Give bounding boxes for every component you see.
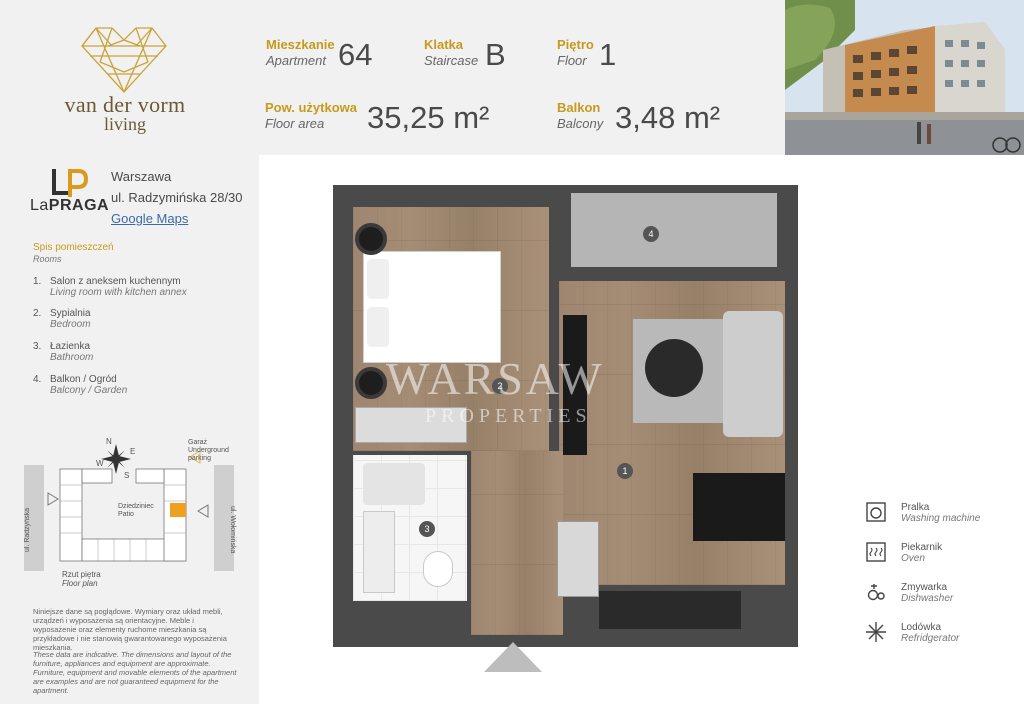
courtyard-label: Dziedziniec [118,503,154,510]
legend-label: Zmywarka [901,582,948,593]
pillow [367,259,389,299]
brand-logo[interactable]: van der vorm living [40,18,210,138]
room-name-en: Living room with kitchen annex [50,287,187,298]
google-maps-link[interactable]: Google Maps [111,208,243,229]
compass-s: S [124,471,130,480]
room-label-1: 1 [617,463,633,479]
spec-floor: Piętro Floor 1 [557,37,637,72]
washing-machine-icon [866,502,886,522]
room-name: Sypialnia [50,308,91,319]
toilet [423,551,453,587]
lamp [355,367,387,399]
watermark-line2: PROPERTIES [425,405,592,427]
apartment-label: Mieszkanie [266,37,335,52]
building-photo [785,0,1024,155]
spec-apartment: Mieszkanie Apartment 64 [266,37,406,72]
room-num: 3. [33,341,42,352]
sofa [723,311,783,437]
dishwasher-icon [867,584,885,601]
compass-w: W [96,459,104,468]
wordmark-b: PRAGA [48,197,110,214]
lp-mark-icon [52,169,89,197]
floor-plan-caption: Rzut piętra [62,570,101,579]
room-name: Salon z aneksem kuchennym [50,276,181,287]
room-label-3: 3 [419,521,435,537]
fridge [557,521,599,597]
courtyard-label-en: Patio [118,511,134,518]
heart-logo-icon [81,27,167,93]
street-left-label: ul. Radzyńska [24,508,31,552]
disclaimer-pl: Niniejsze dane są poglądowe. Wymiary ora… [33,607,227,652]
room-num: 2. [33,308,42,319]
address: Warszawa ul. Radzymińska 28/30 Google Ma… [111,166,243,229]
apartment-value: 64 [338,37,373,72]
legend-label: Lodówka [901,622,942,633]
room-num: 4. [33,374,42,385]
brand-subname: living [103,114,146,134]
room-label-4: 4 [643,226,659,242]
wordmark-a: La [30,197,49,214]
entrance-arrow-icon [484,642,542,672]
staircase-label-en: Staircase [424,53,479,68]
kitchen-counter [599,591,741,629]
room-name-en: Bedroom [50,319,91,330]
site-plan: N S E W Garaż Underground parking Dziedz… [24,437,236,575]
refrigerator-icon [866,622,886,642]
legend-label-en: Washing machine [901,513,981,524]
street-right-label: ul. Wołomińska [229,506,236,554]
address-street: ul. Radzymińska 28/30 [111,190,243,205]
garage-label-en-1: Underground [188,447,229,454]
room-name: Balkon / Ogród [50,374,117,385]
room-name-en: Bathroom [50,352,94,363]
rooms-title: Spis pomieszczeń [33,242,114,253]
floor-label-en: Floor [557,53,587,68]
legend-label: Pralka [901,502,930,513]
legend-label: Piekarnik [901,542,943,553]
disclaimer-en: These data are indicative. The dimension… [33,650,237,695]
floor-plan-caption-en: Floor plan [62,579,98,588]
room-name: Łazienka [50,341,91,352]
balcony-value: 3,48 m² [615,100,721,135]
lapraga-wordmark: LaPRAGA [30,197,109,215]
spec-staircase: Klatka Staircase B [424,37,524,72]
floor-value: 1 [599,37,617,72]
address-city: Warszawa [111,169,172,184]
legend-label-en: Oven [901,553,925,564]
sidebar: LaPRAGA Warszawa ul. Radzymińska 28/30 G… [0,155,259,704]
compass-n: N [106,437,112,446]
room-num: 1. [33,276,42,287]
spec-floor-area: Pow. użytkowa Floor area 35,25 m² [265,100,505,135]
dining-table [693,473,785,541]
legend-label-en: Dishwasher [901,593,954,604]
highlighted-apartment [170,503,186,517]
balcony-area [571,193,777,267]
hallway-area [471,451,563,635]
pillow [367,307,389,347]
floor-label: Piętro [557,37,594,52]
staircase-value: B [485,37,506,72]
legend-label-en: Refridgerator [901,633,960,644]
shower [363,511,395,593]
compass-e: E [130,447,136,456]
watermark-line1: WARSAW [386,353,605,404]
garage-label: Garaż [188,439,208,446]
rooms-title-en: Rooms [33,254,62,264]
garage-label-en-2: parking [188,455,211,462]
header: van der vorm living Mieszkanie Apartment… [0,0,785,155]
coffee-table [645,339,703,397]
spec-balcony: Balkon Balcony 3,48 m² [557,100,747,135]
floor-area-value: 35,25 m² [367,100,490,135]
room-name-en: Balcony / Garden [50,385,128,396]
sink [363,463,425,505]
staircase-label: Klatka [424,37,464,52]
oven-icon [866,542,886,562]
lapraga-logo: LaPRAGA [30,167,109,217]
lamp [355,223,387,255]
apartment-label-en: Apartment [266,53,326,68]
